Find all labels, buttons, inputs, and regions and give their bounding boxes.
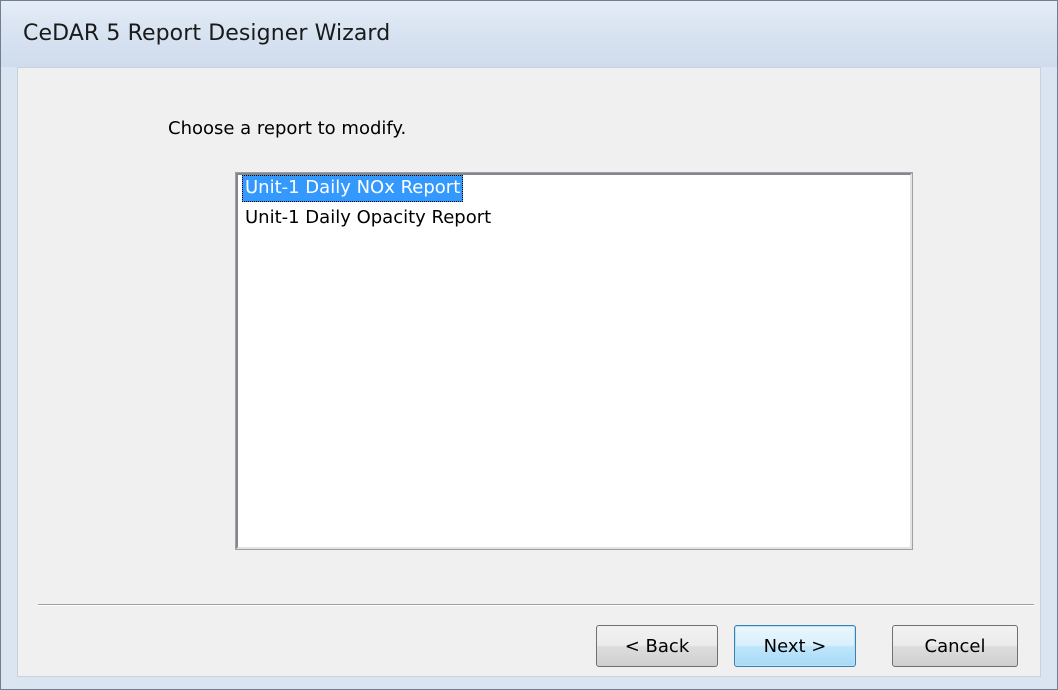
wizard-window: CeDAR 5 Report Designer Wizard Choose a …: [0, 0, 1058, 690]
wizard-body: Choose a report to modify. Unit-1 Daily …: [17, 67, 1041, 677]
back-button[interactable]: < Back: [596, 625, 718, 667]
next-button[interactable]: Next >: [734, 625, 856, 667]
report-list-item-opacity[interactable]: Unit-1 Daily Opacity Report: [242, 205, 494, 232]
button-separator: [38, 604, 1034, 606]
report-list-item-nox[interactable]: Unit-1 Daily NOx Report: [242, 175, 464, 202]
window-title: CeDAR 5 Report Designer Wizard: [23, 21, 391, 46]
instruction-text: Choose a report to modify.: [168, 118, 407, 139]
report-listbox[interactable]: Unit-1 Daily NOx Report Unit-1 Daily Opa…: [235, 172, 913, 550]
title-bar[interactable]: CeDAR 5 Report Designer Wizard: [1, 1, 1057, 67]
cancel-button[interactable]: Cancel: [892, 625, 1018, 667]
